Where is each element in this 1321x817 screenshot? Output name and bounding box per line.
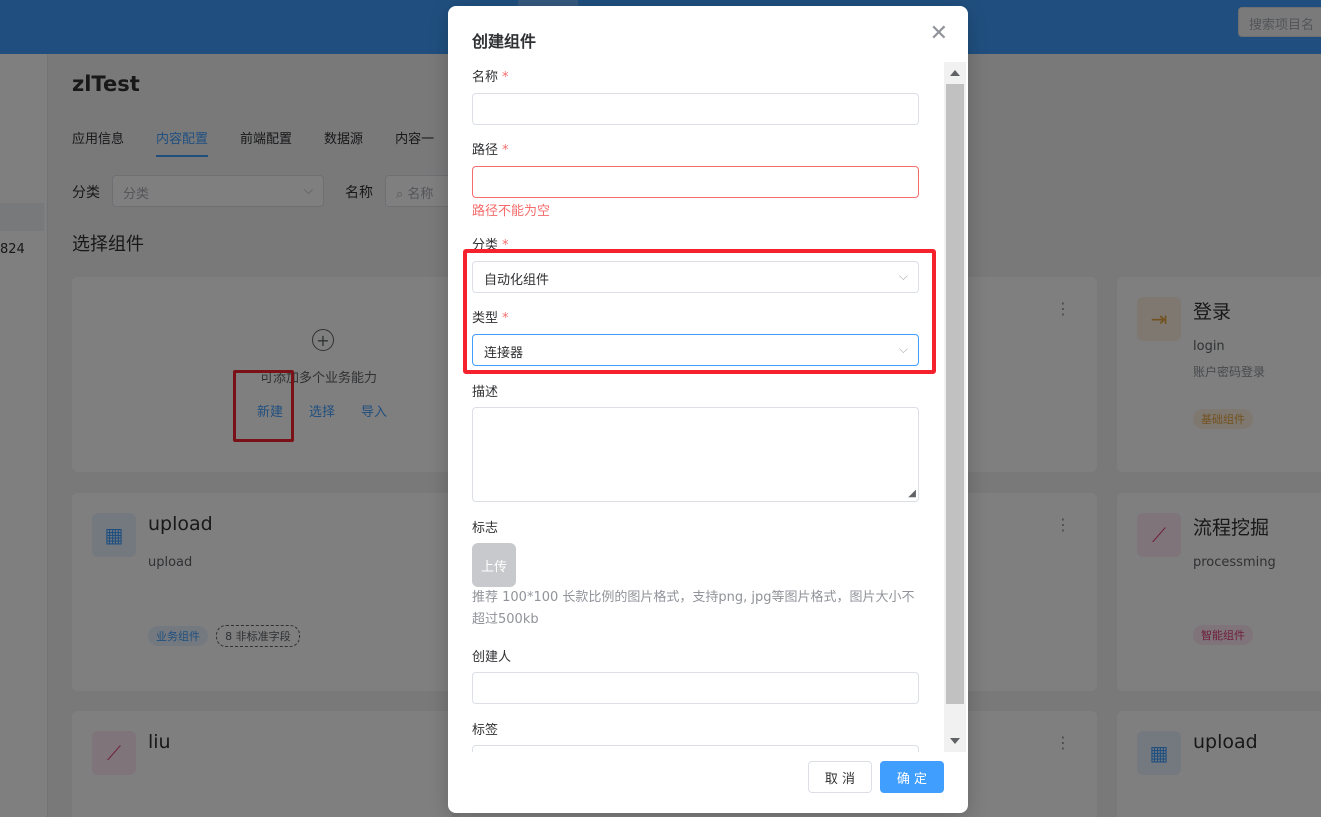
name-input[interactable] <box>472 93 919 125</box>
dialog-body: 名称 * 路径 * 路径不能为空 分类 * 自动化组件 ⌵ 类型 * 连接器 ⌵ 描述 … <box>448 62 968 752</box>
creator-label: 创建人 <box>472 650 512 665</box>
path-label-text: 路径 <box>472 143 499 158</box>
scroll-down-arrow-icon[interactable] <box>950 738 960 744</box>
path-input[interactable] <box>472 166 919 198</box>
tags-label: 标签 <box>472 723 499 738</box>
description-textarea[interactable]: ◢ <box>472 407 919 502</box>
cancel-button[interactable]: 取 消 <box>808 761 872 793</box>
close-icon[interactable]: ✕ <box>930 22 948 46</box>
required-mark: * <box>502 143 509 158</box>
scroll-up-arrow-icon[interactable] <box>950 70 960 76</box>
upload-button[interactable]: 上传 <box>472 543 516 587</box>
description-label: 描述 <box>472 385 499 400</box>
annotation-highlight-category-type <box>463 249 936 374</box>
path-error-message: 路径不能为空 <box>472 204 551 219</box>
name-label: 名称 * <box>472 66 509 85</box>
scrollbar-thumb[interactable] <box>946 84 964 704</box>
create-component-dialog: 创建组件 ✕ 名称 * 路径 * 路径不能为空 分类 * 自动化组件 ⌵ 类型 * 连接… <box>448 6 968 813</box>
resize-handle-icon[interactable]: ◢ <box>908 488 916 499</box>
confirm-button[interactable]: 确 定 <box>880 761 944 793</box>
name-label-text: 名称 <box>472 70 499 85</box>
dialog-scrollbar[interactable] <box>944 62 966 752</box>
dialog-footer: 取 消 确 定 <box>808 761 944 793</box>
required-mark: * <box>502 70 509 85</box>
logo-label: 标志 <box>472 521 499 536</box>
dialog-title: 创建组件 <box>472 32 537 51</box>
path-label: 路径 * <box>472 139 509 158</box>
tags-input[interactable] <box>472 745 919 752</box>
upload-hint: 推荐 100*100 长款比例的图片格式，支持png, jpg等图片格式，图片大… <box>472 590 915 627</box>
creator-input[interactable] <box>472 672 919 704</box>
